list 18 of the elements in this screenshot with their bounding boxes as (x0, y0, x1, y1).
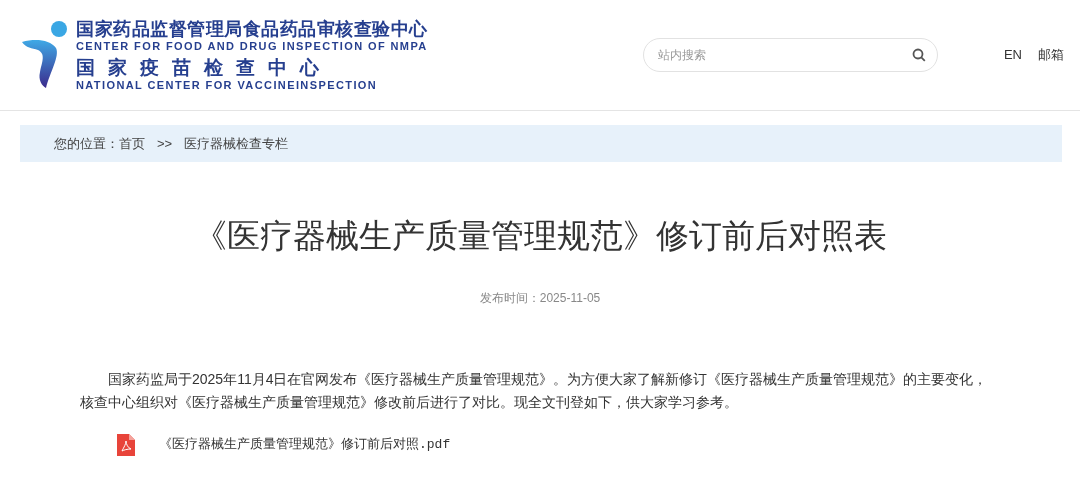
attachment-link[interactable]: 《医疗器械生产质量管理规范》修订前后对照.pdf (159, 435, 451, 455)
article-title: 《医疗器械生产质量管理规范》修订前后对照表 (192, 216, 888, 256)
breadcrumb-label: 您的位置： (54, 134, 119, 153)
breadcrumb-link[interactable]: 医疗器械检查专栏 (184, 133, 289, 154)
breadcrumb-separator: >> (157, 134, 173, 153)
logo-icon (22, 20, 68, 90)
article-paragraph: 国家药监局于2025年11月4日在官网发布《医疗器械生产质量管理规范》。为方便大家了解新修订《医疗器械生产质量管理规范》的主要变化，核查中心组织对《医疗器械生产质量管理规范》修改前后进行了对比。现全文刊登如下，供大家学习参考。 (80, 370, 989, 412)
header-link[interactable]: EN (1003, 45, 1022, 65)
logo-subtitle: CENTER FOR FOOD AND DRUG INSPECTION OF NMPA (76, 40, 428, 53)
logo-title: 国家药品监督管理局食品药品审核查验中心 (76, 18, 428, 40)
pdf-icon (117, 434, 135, 456)
header-link[interactable]: 邮箱 (1038, 45, 1064, 65)
publish-date: 发布时间：2025-11-05 (478, 290, 602, 307)
search-field[interactable]: 站内搜索 (642, 38, 938, 72)
search-icon[interactable] (911, 48, 926, 62)
logo-title: 国家疫苗检查中心 (76, 57, 333, 79)
logo-subtitle: NATIONAL CENTER FOR VACCINEINSPECTION (76, 79, 379, 92)
breadcrumb-link[interactable]: 首页 (119, 133, 145, 154)
